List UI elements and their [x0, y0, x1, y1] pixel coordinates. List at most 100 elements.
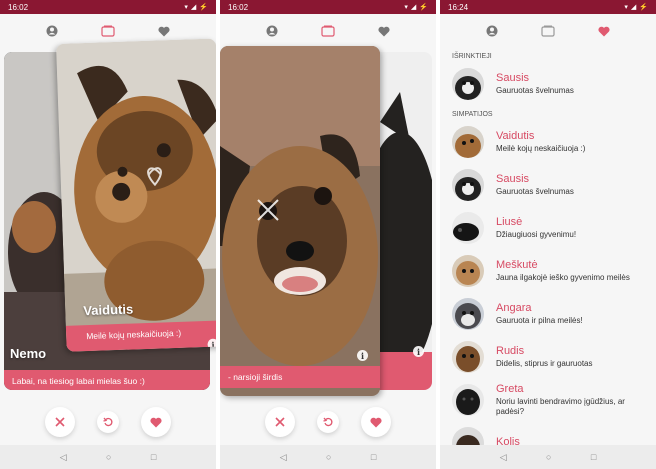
list-item[interactable]: Liusė Džiaugiuosi gyvenimu!: [440, 206, 656, 249]
item-desc: Jauna ilgakojė ieško gyvenimo meilės: [496, 272, 630, 282]
card-name: Nemo: [10, 346, 47, 361]
item-name: Liusė: [496, 215, 523, 228]
screenshot-frame: 16:02 ▾ ◢ ⚡ Nemo Labai, na tiesiog labai…: [0, 0, 656, 469]
dog-photo-vaidutis: [56, 38, 216, 352]
avatar: [452, 67, 484, 100]
system-nav-bar: ◁ ○ □: [0, 445, 216, 469]
tab-favorites[interactable]: [592, 19, 616, 43]
recents-nav-icon[interactable]: □: [591, 452, 596, 462]
home-nav-icon[interactable]: ○: [106, 452, 111, 462]
likes-section-label: SIMPATIJOS: [452, 111, 493, 118]
card-name: Vaidutis: [83, 301, 134, 319]
cards-icon: [101, 25, 115, 37]
item-desc: Meilė kojų neskaičiuoja :): [496, 143, 586, 153]
item-desc: Noriu lavinti bendravimo įgūdžius, ar pa…: [496, 396, 625, 416]
recents-nav-icon[interactable]: □: [151, 452, 156, 462]
item-name: Greta: [496, 382, 524, 395]
item-name: Angara: [496, 301, 532, 314]
item-desc: Didelis, stiprus ir gauruotas: [496, 358, 593, 368]
heart-icon: [378, 26, 390, 36]
tab-profile[interactable]: [40, 19, 64, 43]
info-icon[interactable]: i: [357, 350, 368, 361]
card-caption: - narsioji širdis: [220, 366, 380, 388]
battery-icon: ⚡: [639, 4, 648, 11]
system-nav-bar: ◁ ○ □: [440, 445, 656, 469]
wifi-icon: ▾: [624, 4, 628, 11]
tab-profile[interactable]: [260, 19, 284, 43]
undo-button[interactable]: [97, 411, 119, 433]
signal-icon: ◢: [630, 4, 637, 11]
undo-icon: [323, 417, 333, 427]
heart-icon: [598, 26, 610, 36]
battery-icon: ⚡: [419, 4, 428, 11]
battery-icon: ⚡: [199, 4, 208, 11]
card-caption: Meilė kojų neskaičiuoja :): [65, 320, 216, 352]
dislike-button[interactable]: [265, 407, 295, 437]
item-name: Vaidutis: [496, 129, 535, 142]
back-nav-icon[interactable]: ◁: [60, 452, 67, 463]
status-bar: 16:02 ▾ ◢ ⚡: [0, 0, 216, 14]
list-item[interactable]: Meškutė Jauna ilgakojė ieško gyvenimo mei…: [440, 249, 656, 292]
item-desc: Džiaugiuosi gyvenimu!: [496, 229, 577, 239]
status-bar: 16:24 ▾ ◢ ⚡: [440, 0, 656, 14]
dislike-button[interactable]: [45, 407, 75, 437]
profile-icon: [266, 25, 278, 37]
tab-bar: [440, 14, 656, 48]
close-icon: [55, 417, 65, 427]
like-button[interactable]: [361, 407, 391, 437]
phone-screen-swipe-1: 16:02 ▾ ◢ ⚡ Nemo Labai, na tiesiog labai…: [0, 0, 216, 469]
like-button[interactable]: [141, 407, 171, 437]
tab-favorites[interactable]: [372, 19, 396, 43]
item-name: Sausis: [496, 172, 530, 185]
wifi-icon: ▾: [184, 4, 188, 11]
recents-nav-icon[interactable]: □: [371, 452, 376, 462]
avatar: [452, 383, 484, 416]
phone-screen-swipe-2: 16:02 ▾ ◢ ⚡ i - narsioji širdis i ◁ ○ □: [220, 0, 436, 469]
avatar: [452, 211, 484, 244]
heart-icon: [150, 417, 162, 427]
matches-list: IŠRINKTIEJI Sausis Gauruotas švelnumas SI…: [440, 50, 656, 445]
system-nav-bar: ◁ ○ □: [220, 445, 436, 469]
status-time: 16:02: [8, 2, 29, 12]
item-name: Meškutė: [496, 258, 538, 271]
front-card[interactable]: - narsioji širdis i: [220, 46, 380, 396]
tab-cards[interactable]: [536, 19, 560, 43]
list-item[interactable]: Vaidutis Meilė kojų neskaičiuoja :): [440, 120, 656, 163]
item-name: Kolis: [496, 435, 520, 446]
tab-cards[interactable]: [96, 19, 120, 43]
profile-icon: [486, 25, 498, 37]
info-icon[interactable]: i: [413, 346, 424, 357]
list-item[interactable]: Sausis Gauruotas švelnumas: [440, 62, 656, 105]
status-icons: ▾ ◢ ⚡: [404, 3, 428, 11]
heart-icon: [158, 26, 170, 36]
tab-cards[interactable]: [316, 19, 340, 43]
dog-photo-front: [220, 46, 380, 396]
undo-button[interactable]: [317, 411, 339, 433]
back-nav-icon[interactable]: ◁: [500, 452, 507, 463]
status-icons: ▾ ◢ ⚡: [184, 3, 208, 11]
avatar: [452, 340, 484, 373]
item-name: Sausis: [496, 71, 530, 84]
front-card[interactable]: Vaidutis Meilė kojų neskaičiuoja :) i: [56, 38, 216, 352]
list-item[interactable]: Kolis: [440, 421, 656, 445]
item-desc: Gauruota ir pilna meilės!: [496, 315, 583, 325]
list-item[interactable]: Angara Gauruota ir pilna meilės!: [440, 292, 656, 335]
card-caption: Labai, na tiesiog labai mielas šuo :): [4, 370, 210, 390]
tab-profile[interactable]: [480, 19, 504, 43]
cards-icon: [321, 25, 335, 37]
list-item[interactable]: Greta Noriu lavinti bendravimo įgūdžius, …: [440, 378, 656, 421]
list-item[interactable]: Rudis Didelis, stiprus ir gauruotas: [440, 335, 656, 378]
phone-screen-list: 16:24 ▾ ◢ ⚡ IŠRINKTIEJI Sausis Gauruotas …: [440, 0, 656, 469]
cards-icon: [541, 25, 555, 37]
signal-icon: ◢: [410, 4, 417, 11]
list-item[interactable]: Sausis Gauruotas švelnumas: [440, 163, 656, 206]
avatar: [452, 426, 484, 445]
favorites-section-label: IŠRINKTIEJI: [452, 53, 492, 60]
status-time: 16:02: [228, 2, 249, 12]
status-time: 16:24: [448, 2, 469, 12]
back-nav-icon[interactable]: ◁: [280, 452, 287, 463]
home-nav-icon[interactable]: ○: [546, 452, 551, 462]
undo-icon: [103, 417, 113, 427]
item-name: Rudis: [496, 344, 525, 357]
home-nav-icon[interactable]: ○: [326, 452, 331, 462]
